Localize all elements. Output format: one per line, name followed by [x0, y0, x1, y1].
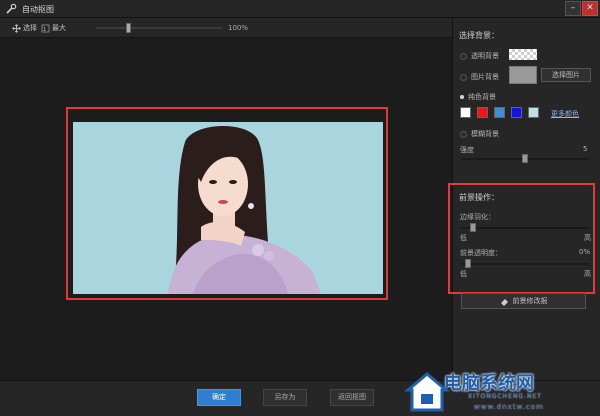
- feather-label: 边缘羽化：: [460, 213, 495, 221]
- portrait-illustration: [168, 126, 321, 294]
- foreground-fix-button[interactable]: 前景修改报: [461, 293, 586, 309]
- color-swatch-3[interactable]: [494, 107, 505, 118]
- opacity-high-label: 高: [584, 270, 591, 278]
- minimize-button[interactable]: –: [565, 1, 581, 16]
- transparent-bg-swatch: [509, 49, 537, 60]
- feather-low-label: 低: [460, 234, 467, 242]
- feather-high-label: 高: [584, 234, 591, 242]
- move-arrows-icon: [12, 23, 21, 33]
- confirm-button[interactable]: 确定: [197, 389, 241, 406]
- zoom-slider-thumb[interactable]: [126, 23, 131, 33]
- transparent-bg-label: 透明背景: [471, 52, 499, 60]
- image-bg-label: 图片背景: [471, 73, 499, 81]
- save-as-button[interactable]: 另存为: [263, 389, 307, 406]
- return-crop-button[interactable]: 返回抠图: [330, 389, 374, 406]
- image-bg-option[interactable]: 图片背景: [460, 72, 499, 82]
- intensity-value: 5: [583, 145, 588, 153]
- toolbar: 选择 1 最大 100%: [0, 18, 452, 38]
- feather-slider-track[interactable]: [461, 227, 589, 229]
- select-tool-button[interactable]: 选择: [12, 22, 37, 34]
- color-swatch-1[interactable]: [460, 107, 471, 118]
- choose-image-button[interactable]: 选择图片: [541, 68, 591, 82]
- watermark-subtitle: XITONGCHENG.NET: [468, 393, 542, 400]
- image-bg-radio[interactable]: [460, 73, 467, 81]
- watermark-url: www.dnxtw.com: [474, 403, 544, 411]
- intensity-slider-thumb[interactable]: [522, 154, 528, 163]
- select-tool-label: 选择: [23, 24, 37, 32]
- foreground-fix-label: 前景修改报: [512, 297, 548, 305]
- blur-bg-option[interactable]: 模糊背景: [460, 129, 499, 139]
- image-bg-preview: [509, 66, 537, 84]
- window-title: 自动抠图: [22, 5, 54, 14]
- transparent-bg-option[interactable]: 透明背景: [460, 51, 499, 61]
- solid-bg-radio[interactable]: [460, 95, 464, 99]
- color-swatch-5[interactable]: [528, 107, 539, 118]
- opacity-low-label: 低: [460, 270, 467, 278]
- settings-panel: 选择背景： 透明背景 图片背景 选择图片 纯色背景 更多颜色 模糊背景 强度 5…: [448, 18, 600, 380]
- opacity-label: 前景透明度：: [460, 249, 502, 257]
- maximize-view-button[interactable]: 1 最大: [41, 22, 66, 34]
- watermark-title: 电脑系统网: [444, 373, 534, 394]
- blur-bg-radio[interactable]: [460, 130, 467, 138]
- eraser-icon: [500, 298, 508, 306]
- solid-bg-label: 纯色背景: [468, 93, 496, 101]
- canvas-area: [0, 38, 452, 380]
- solid-bg-option[interactable]: 纯色背景: [460, 92, 496, 102]
- fit-size-icon: 1: [41, 24, 50, 33]
- max-tool-label: 最大: [52, 24, 66, 32]
- intensity-label: 强度: [460, 146, 474, 154]
- transparent-bg-radio[interactable]: [460, 52, 467, 60]
- site-watermark: 电脑系统网 XITONGCHENG.NET www.dnxtw.com: [404, 366, 600, 416]
- title-bar: 自动抠图 – ✕: [0, 0, 600, 18]
- zoom-slider-track[interactable]: [96, 27, 222, 29]
- background-section-title: 选择背景：: [459, 31, 499, 40]
- preview-image: [73, 122, 383, 294]
- more-colors-link[interactable]: 更多颜色: [551, 109, 579, 119]
- color-swatch-4[interactable]: [511, 107, 522, 118]
- feather-slider-thumb[interactable]: [469, 223, 476, 232]
- close-button[interactable]: ✕: [582, 1, 598, 16]
- opacity-slider-thumb[interactable]: [464, 259, 471, 268]
- zoom-value: 100%: [228, 24, 249, 32]
- svg-text:1: 1: [43, 27, 46, 33]
- opacity-value: 0%: [579, 248, 591, 256]
- opacity-slider-track[interactable]: [461, 263, 589, 265]
- blur-bg-label: 模糊背景: [471, 130, 499, 138]
- foreground-section-title: 前景操作：: [459, 193, 499, 202]
- app-wrench-icon: [6, 3, 17, 14]
- color-swatch-2[interactable]: [477, 107, 488, 118]
